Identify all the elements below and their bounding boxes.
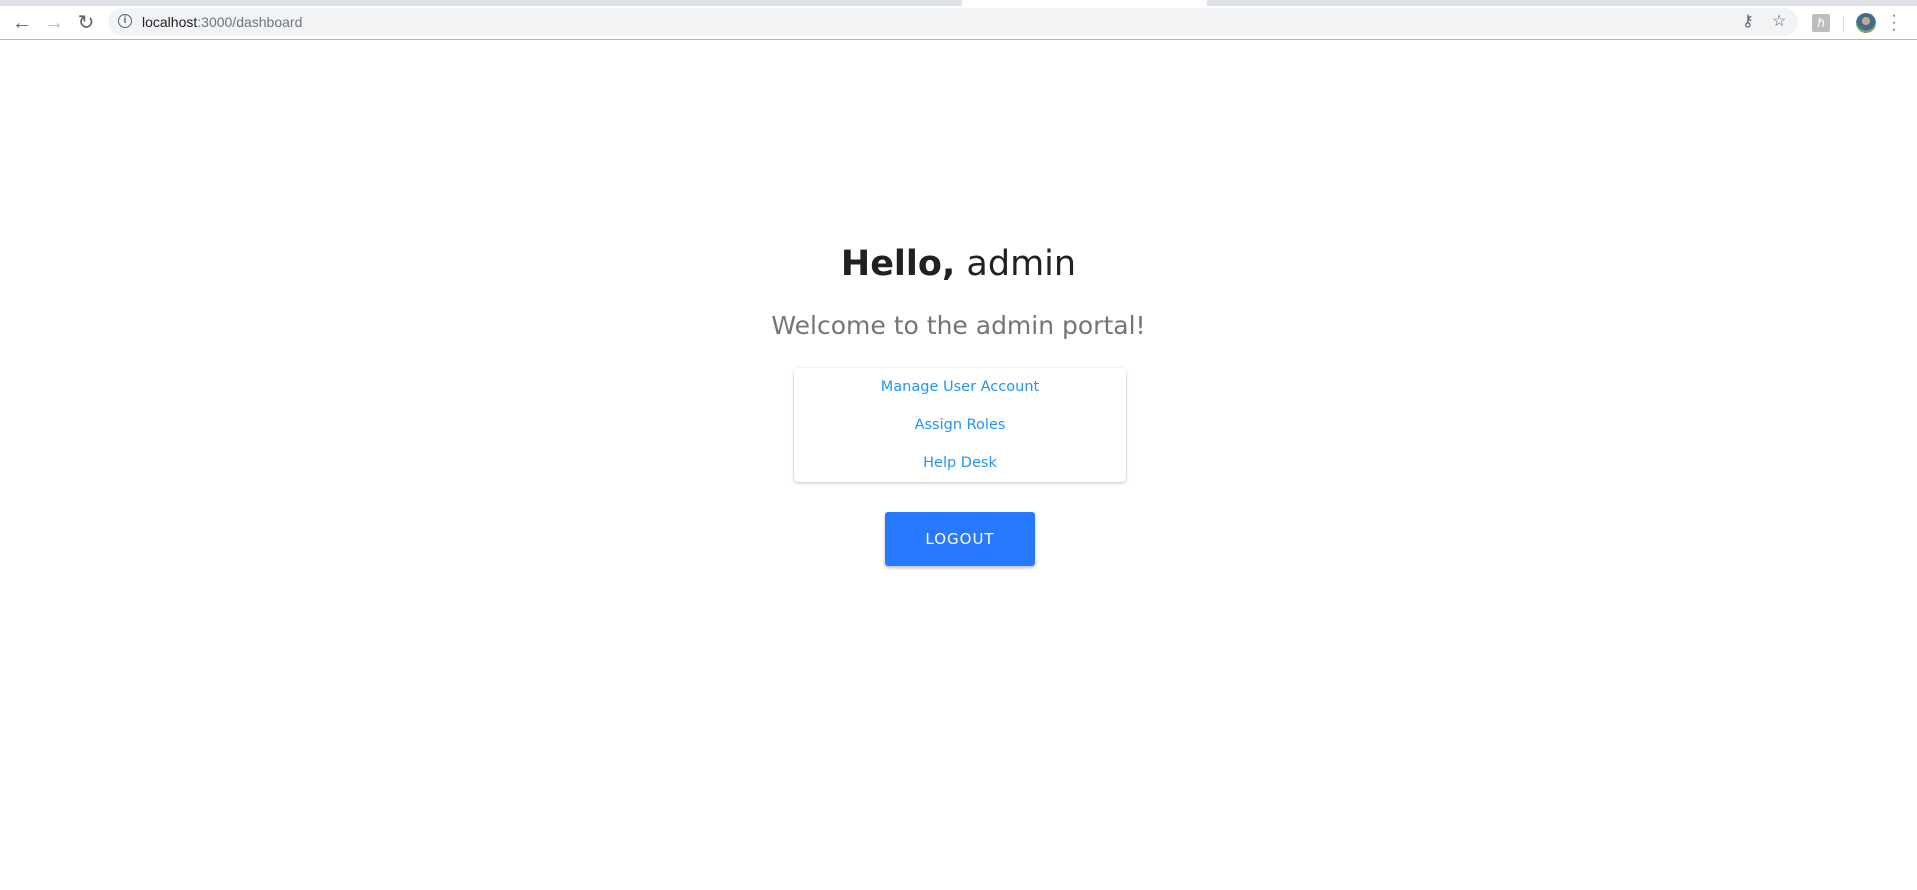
toolbar-divider <box>1843 16 1844 32</box>
star-icon[interactable]: ☆ <box>1772 11 1786 31</box>
help-desk-link[interactable]: Help Desk <box>794 444 1126 482</box>
greeting-name: admin <box>955 244 1077 284</box>
url-path: :3000/dashboard <box>197 14 303 30</box>
url-host: localhost <box>142 14 198 30</box>
browser-toolbar: ← → ↻ i localhost:3000/dashboard ⚷ ☆ ℏ ·… <box>0 6 1917 40</box>
address-bar[interactable]: i localhost:3000/dashboard ⚷ ☆ <box>108 8 1798 36</box>
key-icon[interactable]: ⚷ <box>1742 11 1754 31</box>
assign-roles-link[interactable]: Assign Roles <box>794 406 1126 444</box>
page-title: Hello, admin <box>0 244 1917 284</box>
url-text[interactable]: localhost:3000/dashboard <box>142 14 302 30</box>
manage-user-account-link[interactable]: Manage User Account <box>794 368 1126 406</box>
actions-card: Manage User Account Assign Roles Help De… <box>794 368 1126 482</box>
profile-avatar[interactable] <box>1856 13 1876 33</box>
menu-icon[interactable]: · · · <box>1888 8 1900 38</box>
welcome-text: Welcome to the admin portal! <box>771 311 1146 340</box>
reload-icon[interactable]: ↻ <box>74 11 98 35</box>
extension-icon[interactable]: ℏ <box>1812 14 1830 32</box>
greeting-bold: Hello, <box>840 244 956 284</box>
forward-icon[interactable]: → <box>42 11 66 35</box>
logout-button[interactable]: LOGOUT <box>885 512 1035 566</box>
back-icon[interactable]: ← <box>10 11 34 35</box>
info-icon[interactable]: i <box>118 14 132 28</box>
